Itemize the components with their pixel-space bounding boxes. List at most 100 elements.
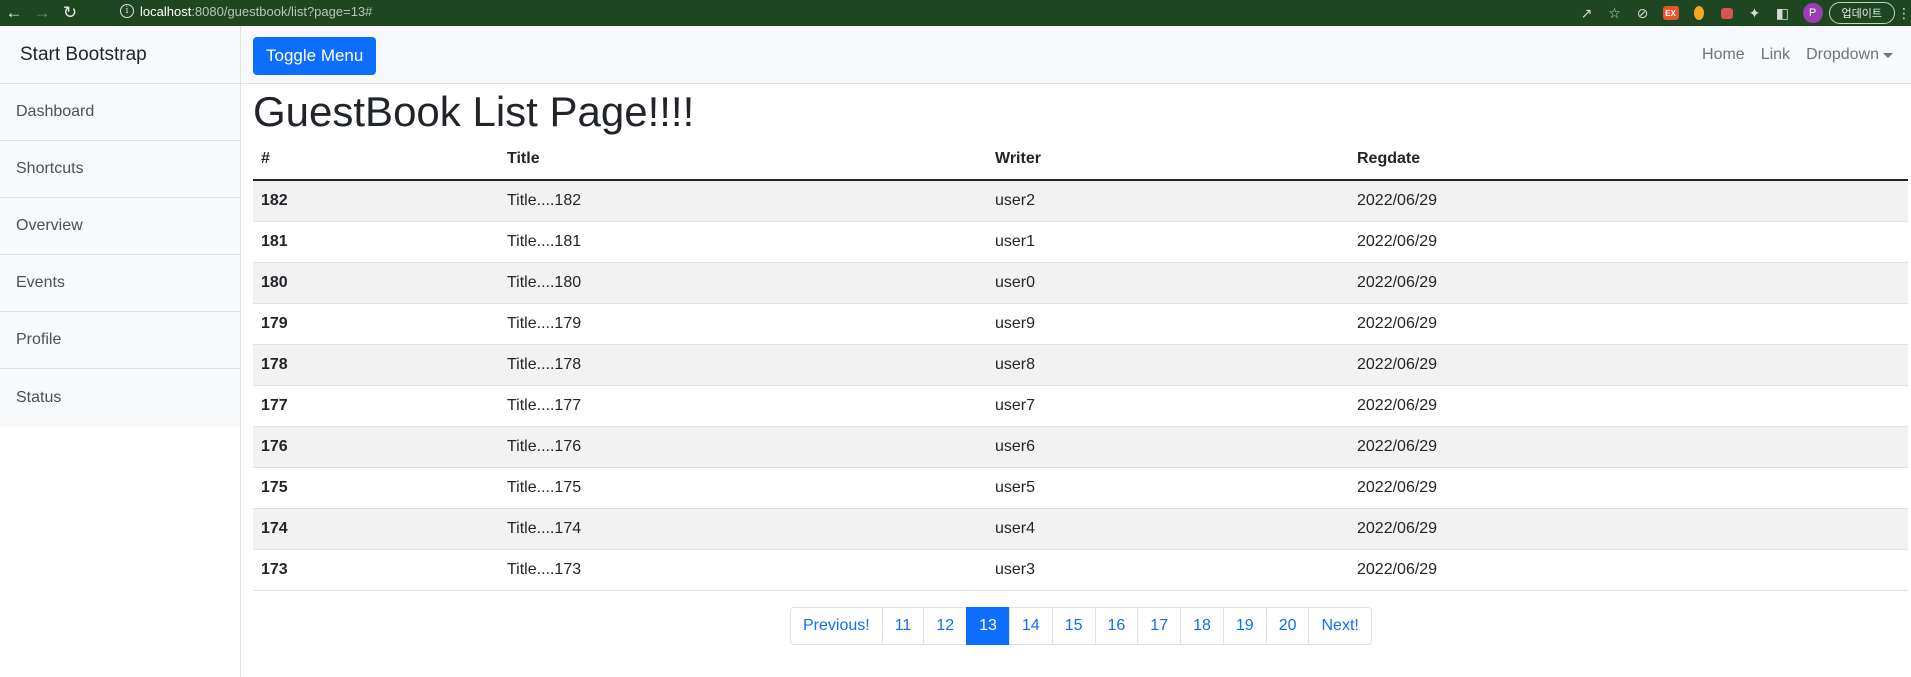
cell-writer: user1 [987,221,1349,263]
table-row[interactable]: 179 Title....179 user9 2022/06/29 [253,303,1908,345]
cell-title[interactable]: Title....181 [499,221,987,263]
url-text: localhost:8080/guestbook/list?page=13# [140,4,372,19]
address-bar[interactable]: i localhost:8080/guestbook/list?page=13# [108,1,1528,21]
browser-toolbar: ← → ↻ i localhost:8080/guestbook/list?pa… [0,0,1911,26]
table-row[interactable]: 176 Title....176 user6 2022/06/29 [253,426,1908,468]
sidebar-item-overview[interactable]: Overview [0,198,240,255]
sidebar: Start Bootstrap Dashboard Shortcuts Over… [0,26,241,677]
cell-title[interactable]: Title....173 [499,549,987,591]
cell-title[interactable]: Title....182 [499,180,987,222]
nav-links: Home Link Dropdown [1694,26,1901,84]
pagination-next[interactable]: Next! [1308,607,1372,645]
table-row[interactable]: 174 Title....174 user4 2022/06/29 [253,508,1908,550]
cell-number: 176 [253,426,499,468]
page-link[interactable]: 19 [1222,607,1267,645]
cell-regdate: 2022/06/29 [1349,180,1908,222]
share-icon[interactable]: ↗ [1573,0,1601,26]
cell-title[interactable]: Title....174 [499,508,987,550]
caret-down-icon [1883,52,1893,58]
cell-writer: user8 [987,344,1349,386]
cell-regdate: 2022/06/29 [1349,262,1908,304]
cell-number: 175 [253,467,499,509]
page-link-active[interactable]: 13 [966,607,1010,645]
sidebar-item-shortcuts[interactable]: Shortcuts [0,141,240,198]
table-row[interactable]: 177 Title....177 user7 2022/06/29 [253,385,1908,427]
page-link[interactable]: 14 [1008,607,1053,645]
cell-title[interactable]: Title....177 [499,385,987,427]
site-info-icon[interactable]: i [120,4,134,18]
cell-writer: user0 [987,262,1349,304]
pagination-previous[interactable]: Previous! [790,607,883,645]
cell-number: 173 [253,549,499,591]
cell-writer: user7 [987,385,1349,427]
more-menu-icon[interactable]: ⋮ [1897,0,1911,26]
cell-title[interactable]: Title....179 [499,303,987,345]
table-row[interactable]: 180 Title....180 user0 2022/06/29 [253,262,1908,304]
page-link[interactable]: 16 [1094,607,1139,645]
back-arrow-icon[interactable]: ← [0,0,28,26]
side-panel-icon[interactable]: ◧ [1769,0,1797,26]
extension-ex-icon[interactable]: EX [1657,0,1685,26]
cell-regdate: 2022/06/29 [1349,426,1908,468]
top-navbar: Toggle Menu Home Link Dropdown [241,26,1911,84]
nav-dropdown[interactable]: Dropdown [1798,46,1901,64]
page-link[interactable]: 20 [1265,607,1310,645]
sidebar-item-profile[interactable]: Profile [0,312,240,369]
pagination: Previous! 11 12 13 14 15 16 17 18 19 20 … [790,607,1372,645]
cell-writer: user3 [987,549,1349,591]
cell-number: 174 [253,508,499,550]
page-link[interactable]: 17 [1137,607,1182,645]
sidebar-item-dashboard[interactable]: Dashboard [0,84,240,141]
page-title: GuestBook List Page!!!! [253,88,695,135]
extension-print-icon[interactable] [1713,0,1741,26]
page-link[interactable]: 15 [1051,607,1096,645]
table-row[interactable]: 181 Title....181 user1 2022/06/29 [253,221,1908,263]
url-host: localhost [140,3,192,19]
sidebar-item-events[interactable]: Events [0,255,240,312]
cell-title[interactable]: Title....178 [499,344,987,386]
nav-dropdown-label: Dropdown [1806,46,1879,63]
cell-title[interactable]: Title....175 [499,467,987,509]
column-header-writer: Writer [987,139,1349,181]
nav-link-home[interactable]: Home [1694,46,1753,64]
cell-title[interactable]: Title....176 [499,426,987,468]
browser-actions: ↗ ☆ ⊘ EX ✦ ◧ P 업데이트 ⋮ [1573,0,1911,26]
main-content: GuestBook List Page!!!! # Title Writer R… [253,84,1909,591]
table-header-row: # Title Writer Regdate [253,139,1908,181]
column-header-regdate: Regdate [1349,139,1908,181]
cell-number: 178 [253,344,499,386]
extension-fox-icon[interactable] [1685,0,1713,26]
page-link[interactable]: 18 [1180,607,1224,645]
table-row[interactable]: 173 Title....173 user3 2022/06/29 [253,549,1908,591]
cell-regdate: 2022/06/29 [1349,303,1908,345]
table-row[interactable]: 175 Title....175 user5 2022/06/29 [253,467,1908,509]
table-row[interactable]: 182 Title....182 user2 2022/06/29 [253,180,1908,222]
update-button[interactable]: 업데이트 [1828,2,1895,24]
toggle-menu-button[interactable]: Toggle Menu [253,37,377,75]
star-icon[interactable]: ☆ [1601,0,1629,26]
profile-avatar[interactable]: P [1802,3,1823,23]
sidebar-heading[interactable]: Start Bootstrap [0,26,240,84]
table-row[interactable]: 178 Title....178 user8 2022/06/29 [253,344,1908,386]
guestbook-table: # Title Writer Regdate 182 Title....182 … [253,139,1908,591]
cell-regdate: 2022/06/29 [1349,385,1908,427]
cell-number: 180 [253,262,499,304]
cell-regdate: 2022/06/29 [1349,221,1908,263]
cell-title[interactable]: Title....180 [499,262,987,304]
page-link[interactable]: 12 [923,607,968,645]
cell-number: 179 [253,303,499,345]
reload-icon[interactable]: ↻ [56,0,84,26]
cell-number: 182 [253,180,499,222]
cell-regdate: 2022/06/29 [1349,344,1908,386]
cell-writer: user6 [987,426,1349,468]
cell-writer: user2 [987,180,1349,222]
sidebar-item-status[interactable]: Status [0,369,240,426]
extension-disabled-icon[interactable]: ⊘ [1629,0,1657,26]
cell-regdate: 2022/06/29 [1349,508,1908,550]
nav-link-link[interactable]: Link [1753,46,1798,64]
page-link[interactable]: 11 [881,607,925,645]
cell-regdate: 2022/06/29 [1349,467,1908,509]
cell-number: 181 [253,221,499,263]
forward-arrow-icon[interactable]: → [28,0,56,26]
puzzle-icon[interactable]: ✦ [1741,0,1769,26]
